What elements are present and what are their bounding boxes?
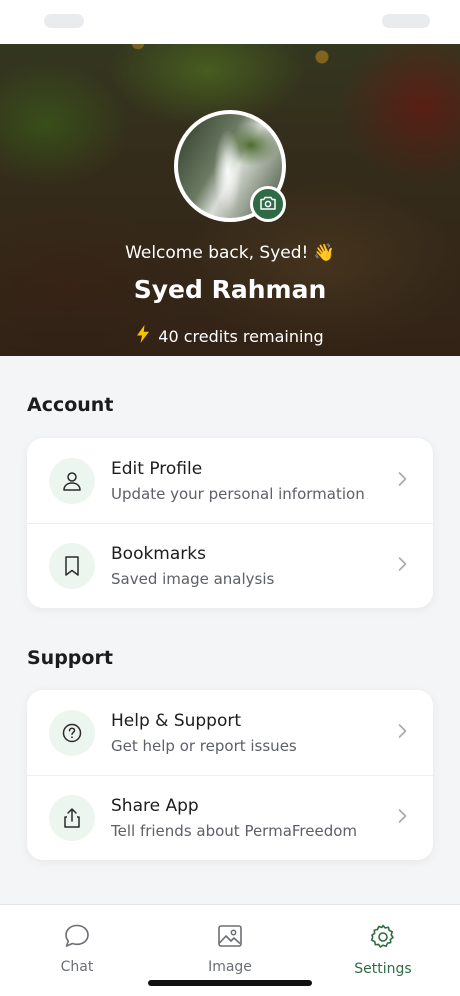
home-indicator [148, 980, 312, 986]
chevron-right-icon [398, 471, 407, 490]
help-support-title: Help & Support [111, 710, 242, 731]
user-icon [49, 457, 95, 504]
gear-icon [369, 923, 397, 955]
tab-chat[interactable]: Chat [17, 923, 137, 975]
share-app-subtitle: Tell friends about PermaFreedom [111, 822, 358, 840]
edit-profile-row[interactable]: Edit Profile Update your personal inform… [27, 438, 433, 523]
edit-profile-subtitle: Update your personal information [111, 484, 365, 503]
bookmark-icon [49, 543, 95, 589]
help-icon [49, 709, 95, 756]
status-bar [0, 0, 460, 44]
chevron-right-icon [398, 723, 407, 742]
edit-profile-title: Edit Profile [111, 458, 203, 479]
tab-settings[interactable]: Settings [323, 923, 443, 977]
bookmarks-row[interactable]: Bookmarks Saved image analysis [27, 523, 433, 608]
share-app-title: Share App [111, 796, 199, 816]
account-section-title: Account [27, 394, 114, 416]
support-section-title: Support [27, 647, 113, 669]
image-icon [216, 923, 244, 953]
help-support-row[interactable]: Help & Support Get help or report issues [27, 690, 433, 775]
credits-text: 40 credits remaining [158, 326, 324, 346]
tab-image[interactable]: Image [170, 923, 290, 975]
tab-chat-label: Chat [60, 959, 94, 975]
bookmarks-title: Bookmarks [111, 544, 206, 564]
tab-image-label: Image [208, 959, 252, 975]
credits-indicator: 40 credits remaining [0, 325, 460, 347]
support-card: Help & Support Get help or report issues… [27, 690, 433, 860]
lightning-icon [136, 325, 150, 347]
status-time-redacted [44, 14, 84, 28]
change-photo-button[interactable] [250, 186, 286, 222]
account-card: Edit Profile Update your personal inform… [27, 438, 433, 608]
chevron-right-icon [398, 809, 407, 828]
bookmarks-subtitle: Saved image analysis [111, 570, 275, 588]
status-icons-redacted [382, 14, 430, 28]
camera-icon [260, 195, 276, 214]
share-app-row[interactable]: Share App Tell friends about PermaFreedo… [27, 775, 433, 860]
welcome-message: Welcome back, Syed! 👋 [125, 243, 335, 263]
chevron-right-icon [398, 557, 407, 576]
tab-settings-label: Settings [354, 961, 412, 977]
help-support-subtitle: Get help or report issues [111, 736, 297, 755]
share-icon [49, 795, 95, 841]
user-name: Syed Rahman [133, 275, 327, 304]
chat-icon [63, 923, 91, 953]
